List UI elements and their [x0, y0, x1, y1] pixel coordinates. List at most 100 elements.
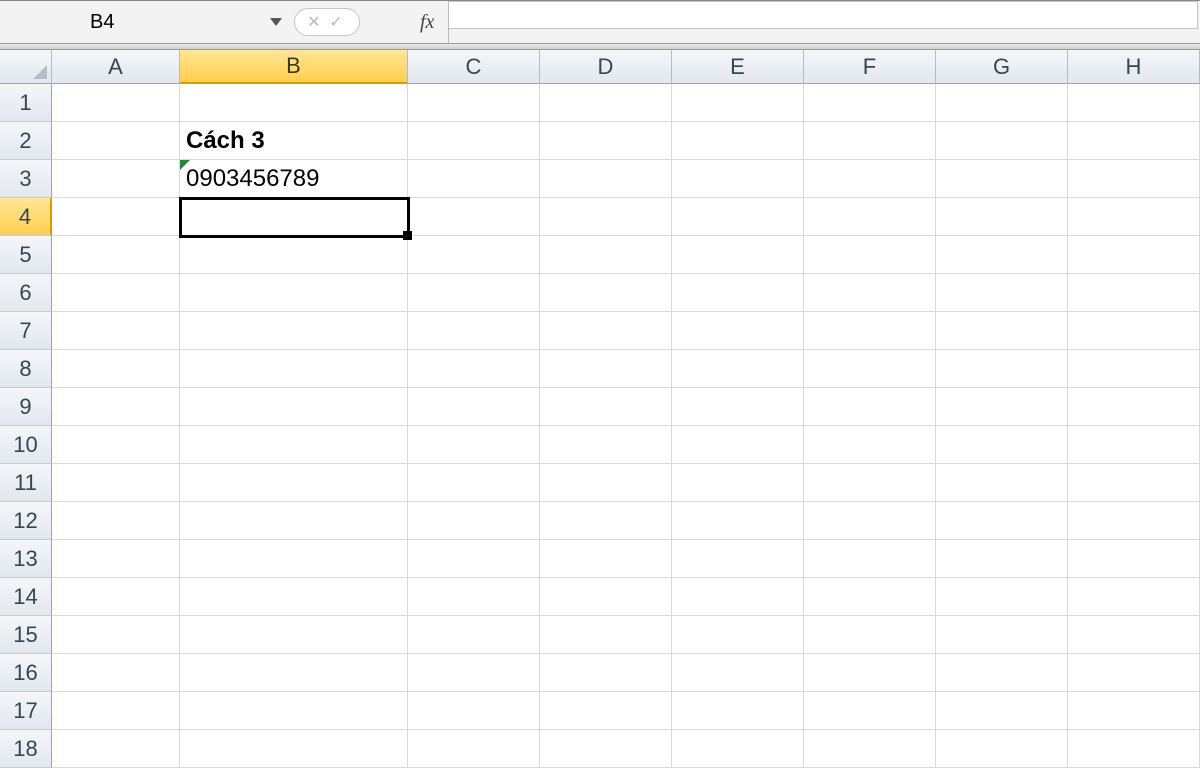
row-header-2[interactable]: 2: [0, 122, 52, 160]
cell-H1[interactable]: [1068, 84, 1200, 122]
cell-A2[interactable]: [52, 122, 180, 160]
row-header-7[interactable]: 7: [0, 312, 52, 350]
row-header-13[interactable]: 13: [0, 540, 52, 578]
cell-D9[interactable]: [540, 388, 672, 426]
cell-C2[interactable]: [408, 122, 540, 160]
cell-D7[interactable]: [540, 312, 672, 350]
cell-C11[interactable]: [408, 464, 540, 502]
cell-H12[interactable]: [1068, 502, 1200, 540]
cell-A17[interactable]: [52, 692, 180, 730]
cell-E15[interactable]: [672, 616, 804, 654]
column-header-A[interactable]: A: [52, 50, 180, 84]
cell-D10[interactable]: [540, 426, 672, 464]
cell-B6[interactable]: [180, 274, 408, 312]
cell-G13[interactable]: [936, 540, 1068, 578]
cell-G11[interactable]: [936, 464, 1068, 502]
row-header-3[interactable]: 3: [0, 160, 52, 198]
row-header-18[interactable]: 18: [0, 730, 52, 768]
cell-D18[interactable]: [540, 730, 672, 768]
cell-A18[interactable]: [52, 730, 180, 768]
cell-E3[interactable]: [672, 160, 804, 198]
cell-G7[interactable]: [936, 312, 1068, 350]
cell-B4[interactable]: [180, 198, 408, 236]
cell-H3[interactable]: [1068, 160, 1200, 198]
row-header-12[interactable]: 12: [0, 502, 52, 540]
cell-A10[interactable]: [52, 426, 180, 464]
cell-H14[interactable]: [1068, 578, 1200, 616]
cell-B7[interactable]: [180, 312, 408, 350]
cell-G8[interactable]: [936, 350, 1068, 388]
cell-D14[interactable]: [540, 578, 672, 616]
cell-B8[interactable]: [180, 350, 408, 388]
row-header-8[interactable]: 8: [0, 350, 52, 388]
cell-F17[interactable]: [804, 692, 936, 730]
row-header-9[interactable]: 9: [0, 388, 52, 426]
cell-E12[interactable]: [672, 502, 804, 540]
cell-F18[interactable]: [804, 730, 936, 768]
cell-H2[interactable]: [1068, 122, 1200, 160]
column-header-B[interactable]: B: [180, 50, 408, 84]
row-header-6[interactable]: 6: [0, 274, 52, 312]
row-header-17[interactable]: 17: [0, 692, 52, 730]
cell-H18[interactable]: [1068, 730, 1200, 768]
cell-F6[interactable]: [804, 274, 936, 312]
row-header-11[interactable]: 11: [0, 464, 52, 502]
cell-F9[interactable]: [804, 388, 936, 426]
cell-H7[interactable]: [1068, 312, 1200, 350]
cell-C16[interactable]: [408, 654, 540, 692]
cell-A12[interactable]: [52, 502, 180, 540]
cell-F3[interactable]: [804, 160, 936, 198]
cell-G1[interactable]: [936, 84, 1068, 122]
column-header-C[interactable]: C: [408, 50, 540, 84]
cell-H5[interactable]: [1068, 236, 1200, 274]
cell-F1[interactable]: [804, 84, 936, 122]
cell-C10[interactable]: [408, 426, 540, 464]
cell-A14[interactable]: [52, 578, 180, 616]
cell-F13[interactable]: [804, 540, 936, 578]
column-header-H[interactable]: H: [1068, 50, 1200, 84]
cell-E9[interactable]: [672, 388, 804, 426]
cell-B5[interactable]: [180, 236, 408, 274]
cell-G2[interactable]: [936, 122, 1068, 160]
cell-E2[interactable]: [672, 122, 804, 160]
cell-B17[interactable]: [180, 692, 408, 730]
cell-F4[interactable]: [804, 198, 936, 236]
cell-A4[interactable]: [52, 198, 180, 236]
cell-C7[interactable]: [408, 312, 540, 350]
cell-D8[interactable]: [540, 350, 672, 388]
cell-C4[interactable]: [408, 198, 540, 236]
cell-D11[interactable]: [540, 464, 672, 502]
cell-H10[interactable]: [1068, 426, 1200, 464]
column-header-E[interactable]: E: [672, 50, 804, 84]
cell-E7[interactable]: [672, 312, 804, 350]
cell-F10[interactable]: [804, 426, 936, 464]
cell-G10[interactable]: [936, 426, 1068, 464]
cell-G18[interactable]: [936, 730, 1068, 768]
cell-A1[interactable]: [52, 84, 180, 122]
cell-C12[interactable]: [408, 502, 540, 540]
cell-C18[interactable]: [408, 730, 540, 768]
cell-B11[interactable]: [180, 464, 408, 502]
cell-G16[interactable]: [936, 654, 1068, 692]
cell-A6[interactable]: [52, 274, 180, 312]
cell-D15[interactable]: [540, 616, 672, 654]
cell-F11[interactable]: [804, 464, 936, 502]
cell-G9[interactable]: [936, 388, 1068, 426]
column-header-F[interactable]: F: [804, 50, 936, 84]
cell-H16[interactable]: [1068, 654, 1200, 692]
row-header-1[interactable]: 1: [0, 84, 52, 122]
cell-E6[interactable]: [672, 274, 804, 312]
cell-C3[interactable]: [408, 160, 540, 198]
name-box[interactable]: [90, 11, 210, 34]
cell-A7[interactable]: [52, 312, 180, 350]
cell-A8[interactable]: [52, 350, 180, 388]
cell-E10[interactable]: [672, 426, 804, 464]
cell-H17[interactable]: [1068, 692, 1200, 730]
cell-E18[interactable]: [672, 730, 804, 768]
cell-A5[interactable]: [52, 236, 180, 274]
cell-B16[interactable]: [180, 654, 408, 692]
cell-B1[interactable]: [180, 84, 408, 122]
cell-E17[interactable]: [672, 692, 804, 730]
formula-input[interactable]: [449, 1, 1198, 29]
row-header-4[interactable]: 4: [0, 198, 52, 236]
